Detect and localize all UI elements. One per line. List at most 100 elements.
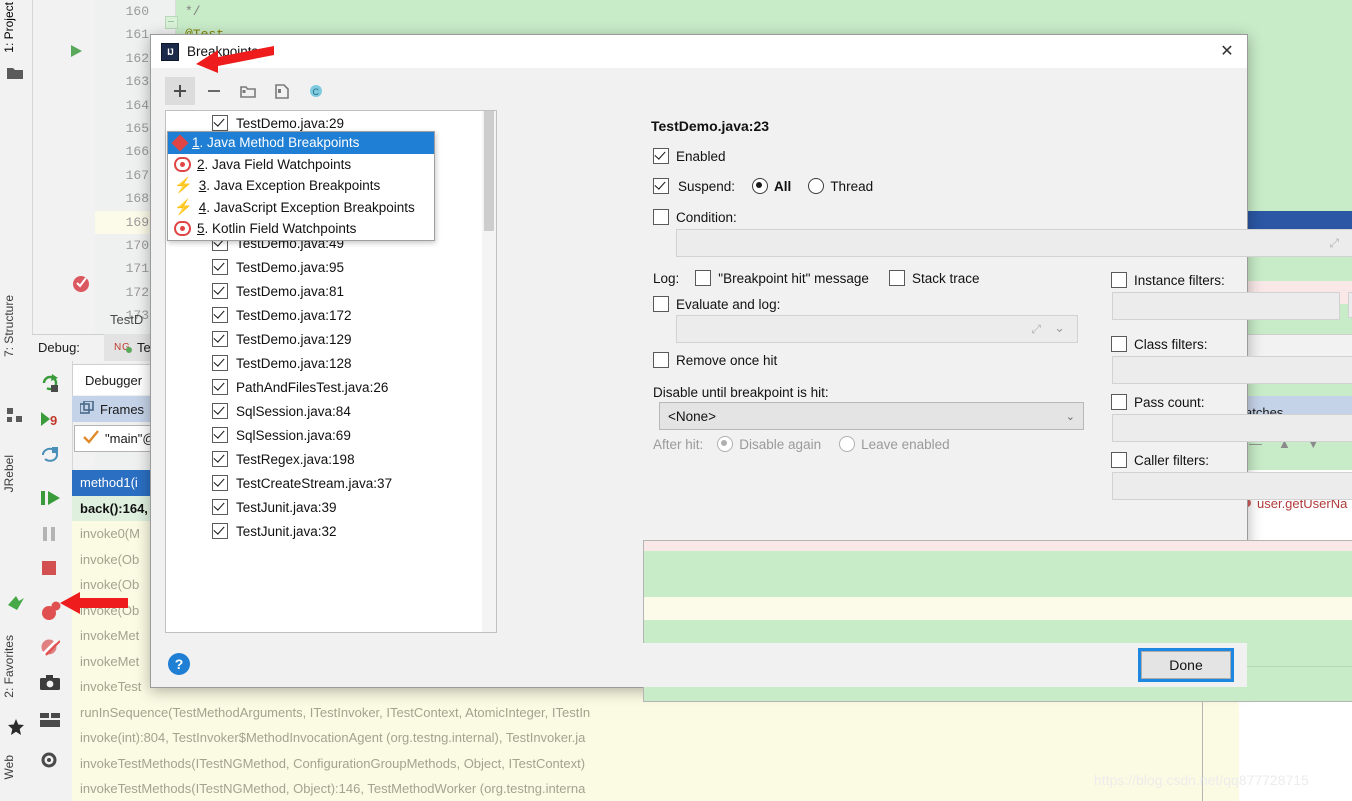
frame-item[interactable]: invoke(int):804, TestInvoker$MethodInvoc…: [72, 725, 1352, 751]
breakpoints-toolbar[interactable]: C: [165, 76, 485, 106]
add-breakpoint-button[interactable]: [165, 77, 195, 105]
run-test-icon[interactable]: [68, 43, 84, 59]
instance-filters-browse-button[interactable]: ...: [1348, 292, 1352, 318]
evaluate-and-log-checkbox[interactable]: [653, 296, 669, 312]
expand-icon[interactable]: ⤢: [1329, 236, 1339, 251]
condition-row[interactable]: Condition:: [653, 209, 737, 225]
class-filters-checkbox[interactable]: [1111, 336, 1127, 352]
condition-input[interactable]: ⤢ ⌄: [676, 229, 1352, 257]
condition-checkbox[interactable]: [653, 209, 669, 225]
structure-icon[interactable]: [7, 408, 25, 426]
evaluate-and-log-row[interactable]: Evaluate and log:: [653, 296, 780, 312]
dropdown-item-java-method-breakpoints[interactable]: 1. Java Method Breakpoints: [168, 132, 434, 154]
debug-actions-toolbar[interactable]: 9: [32, 361, 73, 801]
suspend-thread-radio[interactable]: [808, 178, 825, 194]
breakpoints-dialog[interactable]: IJ Breakpoints ✕ C TestDemo.java:29 Test…: [150, 34, 1352, 702]
stack-trace-row[interactable]: Stack trace: [888, 270, 979, 286]
breakpoint-item[interactable]: TestDemo.java:81: [166, 279, 496, 303]
pass-count-input[interactable]: [1112, 414, 1352, 442]
suspend-checkbox[interactable]: [653, 178, 669, 194]
breakpoint-checkbox[interactable]: [212, 475, 228, 491]
frame-item[interactable]: runInSequence(TestMethodArguments, ITest…: [72, 700, 1352, 726]
breakpoint-checkbox[interactable]: [212, 283, 228, 299]
chevron-down-icon[interactable]: ⌄: [1054, 320, 1065, 336]
class-filters-input[interactable]: [1112, 356, 1352, 384]
instance-filters-input[interactable]: [1112, 292, 1340, 320]
breakpoint-item[interactable]: PathAndFilesTest.java:26: [166, 375, 496, 399]
sidebar-item-favorites[interactable]: 2: Favorites: [2, 635, 16, 698]
dropdown-item-javascript-exception-breakpoints[interactable]: ⚡ 4. JavaScript Exception Breakpoints: [168, 197, 434, 219]
breakpoint-item[interactable]: TestRegex.java:198: [166, 447, 496, 471]
breakpoint-checkbox[interactable]: [212, 427, 228, 443]
caller-filters-row[interactable]: Caller filters:: [1111, 452, 1209, 468]
dropdown-item-kotlin-field-watchpoints[interactable]: 5. Kotlin Field Watchpoints: [168, 218, 434, 240]
breakpoint-checkbox[interactable]: [212, 355, 228, 371]
remove-once-hit-row[interactable]: Remove once hit: [653, 352, 777, 368]
settings-gear-icon[interactable]: [40, 751, 62, 773]
breakpoint-item[interactable]: TestDemo.java:129: [166, 327, 496, 351]
breakpoint-checkbox[interactable]: [212, 115, 228, 131]
dropdown-item-java-exception-breakpoints[interactable]: ⚡ 3. Java Exception Breakpoints: [168, 175, 434, 197]
breakpoint-checkbox[interactable]: [212, 259, 228, 275]
star-icon[interactable]: [7, 718, 25, 736]
breakpoint-checkbox[interactable]: [212, 451, 228, 467]
group-by-package-icon[interactable]: [233, 77, 263, 105]
view-breakpoints-icon[interactable]: [40, 601, 62, 623]
help-button[interactable]: ?: [168, 653, 190, 675]
sidebar-item-structure[interactable]: 7: Structure: [2, 295, 16, 357]
breakpoint-checkbox[interactable]: [212, 499, 228, 515]
suspend-thread-radio-row[interactable]: Thread: [808, 178, 873, 194]
stack-trace-checkbox[interactable]: [888, 270, 905, 286]
suspend-all-radio-row[interactable]: All: [752, 178, 791, 194]
scrollbar-thumb[interactable]: [484, 111, 494, 231]
breakpoint-item[interactable]: TestJunit.java:32: [166, 519, 496, 543]
run-test-icon[interactable]: [684, 693, 779, 701]
caller-filters-checkbox[interactable]: [1111, 452, 1127, 468]
layout-icon[interactable]: [40, 713, 62, 735]
breakpoint-checkbox[interactable]: [212, 379, 228, 395]
breakpoint-item[interactable]: TestJunit.java:39: [166, 495, 496, 519]
step-over-icon[interactable]: [40, 489, 62, 511]
mute-breakpoints-icon[interactable]: [40, 637, 62, 659]
mute-restore-icon[interactable]: [40, 445, 62, 467]
breakpoints-list-scrollbar[interactable]: [482, 111, 496, 632]
suspend-row[interactable]: Suspend: All Thread: [653, 178, 873, 194]
breakpoint-item[interactable]: TestCreateStream.java:37: [166, 471, 496, 495]
disable-until-combobox[interactable]: <None> ⌄: [659, 402, 1084, 430]
chevron-down-icon[interactable]: ⌄: [1066, 410, 1075, 423]
log-message-checkbox[interactable]: [695, 270, 712, 286]
project-folder-icon[interactable]: [7, 66, 25, 84]
log-message-row[interactable]: "Breakpoint hit" message: [695, 270, 869, 286]
breakpoint-item[interactable]: TestDemo.java:128: [166, 351, 496, 375]
done-button[interactable]: Done: [1138, 648, 1234, 682]
breakpoint-checkbox[interactable]: [212, 307, 228, 323]
evaluate-and-log-input[interactable]: ⤢ ⌄: [676, 315, 1078, 343]
breakpoint-item[interactable]: SqlSession.java:84: [166, 399, 496, 423]
breakpoint-checkbox[interactable]: [212, 523, 228, 539]
expand-icon[interactable]: ⤢: [1031, 322, 1041, 337]
instance-filters-row[interactable]: Instance filters:: [1111, 272, 1225, 288]
tool-window-strip-left[interactable]: 1: Project 7: Structure JRebel 2: Favori…: [0, 0, 33, 801]
breakpoint-item[interactable]: TestDemo.java:172: [166, 303, 496, 327]
remove-breakpoint-button[interactable]: [199, 77, 229, 105]
instance-filters-checkbox[interactable]: [1111, 272, 1127, 288]
breakpoint-checkbox[interactable]: [212, 403, 228, 419]
group-by-file-icon[interactable]: [267, 77, 297, 105]
pass-count-row[interactable]: Pass count:: [1111, 394, 1205, 410]
camera-icon[interactable]: [40, 675, 62, 697]
pass-count-checkbox[interactable]: [1111, 394, 1127, 410]
sidebar-item-project[interactable]: 1: Project: [2, 2, 16, 53]
caller-filters-input[interactable]: [1112, 472, 1352, 500]
sidebar-item-jrebel[interactable]: JRebel: [2, 455, 16, 492]
breakpoint-checkbox[interactable]: [212, 331, 228, 347]
enabled-checkbox[interactable]: [653, 148, 669, 164]
stop-icon[interactable]: [40, 559, 62, 581]
group-by-class-icon[interactable]: C: [301, 77, 331, 105]
breakpoint-item[interactable]: SqlSession.java:69: [166, 423, 496, 447]
resume-program-icon[interactable]: 9: [40, 409, 62, 431]
class-filters-row[interactable]: Class filters:: [1111, 336, 1208, 352]
close-icon[interactable]: ✕: [1213, 38, 1241, 64]
sidebar-item-web[interactable]: Web: [2, 755, 16, 779]
remove-once-hit-checkbox[interactable]: [653, 352, 669, 368]
enabled-row[interactable]: Enabled: [653, 148, 726, 164]
